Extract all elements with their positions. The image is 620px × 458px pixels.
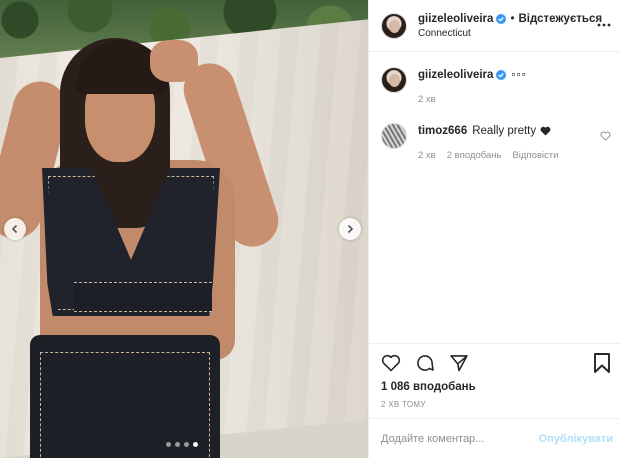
comment-body: timoz666 Really pretty 2 хв 2 вподобань … (418, 123, 613, 161)
bookmark-icon[interactable] (593, 353, 611, 373)
photo-top-band (74, 282, 212, 312)
post-caption: giizeleoliveira ▫▫▫ 2 хв (381, 67, 527, 105)
carousel-dot (193, 442, 198, 447)
comment-meta: 2 хв 2 вподобань Відповісти (418, 150, 613, 161)
commenter-avatar[interactable] (381, 123, 407, 149)
black-heart-emoji-icon (540, 126, 551, 136)
comment-like-heart-icon[interactable] (600, 131, 611, 141)
likes-count[interactable]: 1 086 вподобань (381, 381, 476, 393)
verified-badge-icon (496, 70, 507, 80)
carousel-prev-button[interactable] (4, 218, 26, 240)
heart-icon[interactable] (381, 353, 401, 373)
caption-avatar[interactable] (381, 67, 407, 93)
post-header: giizeleoliveira • Відстежується Connecti… (369, 0, 620, 52)
author-avatar[interactable] (381, 12, 407, 39)
instagram-post: giizeleoliveira • Відстежується Connecti… (0, 0, 620, 458)
caption-line: giizeleoliveira ▫▫▫ (418, 69, 527, 81)
photo-hand-right (150, 40, 198, 82)
more-options-icon[interactable] (597, 20, 611, 30)
caption-text: ▫▫▫ (511, 69, 527, 81)
author-username[interactable]: giizeleoliveira (418, 13, 493, 25)
comment-time[interactable]: 2 хв (418, 150, 436, 161)
author-row: giizeleoliveira • Відстежується (418, 13, 602, 25)
add-comment-bar: Опублікувати (369, 418, 620, 458)
share-icon[interactable] (449, 353, 469, 373)
comment-likes[interactable]: 2 вподобань (447, 150, 502, 161)
caption-time[interactable]: 2 хв (418, 94, 527, 105)
verified-badge-icon (496, 13, 507, 24)
comment-text: Really pretty (472, 125, 537, 137)
carousel-dot (175, 442, 180, 447)
post-timestamp[interactable]: 2 ХВ ТОМУ (381, 400, 426, 409)
post-photo[interactable] (0, 0, 368, 458)
post-location[interactable]: Connecticut (418, 28, 602, 39)
chevron-left-icon (11, 224, 18, 234)
photo-hand-left (18, 86, 60, 124)
comment-reply-button[interactable]: Відповісти (512, 150, 558, 161)
carousel-dot (166, 442, 171, 447)
carousel-dot (184, 442, 189, 447)
comment-item: timoz666 Really pretty 2 хв 2 вподобань … (381, 123, 613, 161)
publish-button[interactable]: Опублікувати (539, 433, 613, 445)
comment-icon[interactable] (415, 353, 435, 373)
caption-username[interactable]: giizeleoliveira (418, 69, 493, 81)
comment-input[interactable] (381, 432, 539, 445)
comment-username[interactable]: timoz666 (418, 125, 467, 137)
carousel-next-button[interactable] (339, 218, 361, 240)
comment-line: timoz666 Really pretty (418, 125, 613, 137)
chevron-right-icon (347, 224, 354, 234)
post-side-panel: giizeleoliveira • Відстежується Connecti… (368, 0, 620, 458)
author-info: giizeleoliveira • Відстежується Connecti… (418, 13, 602, 39)
post-actions-area: 1 086 вподобань 2 ХВ ТОМУ (369, 343, 620, 418)
header-separator: • (510, 12, 515, 25)
action-bar (381, 353, 469, 373)
carousel-indicator (166, 442, 198, 447)
follow-status-button[interactable]: Відстежується (518, 13, 602, 25)
caption-body: giizeleoliveira ▫▫▫ 2 хв (418, 67, 527, 105)
